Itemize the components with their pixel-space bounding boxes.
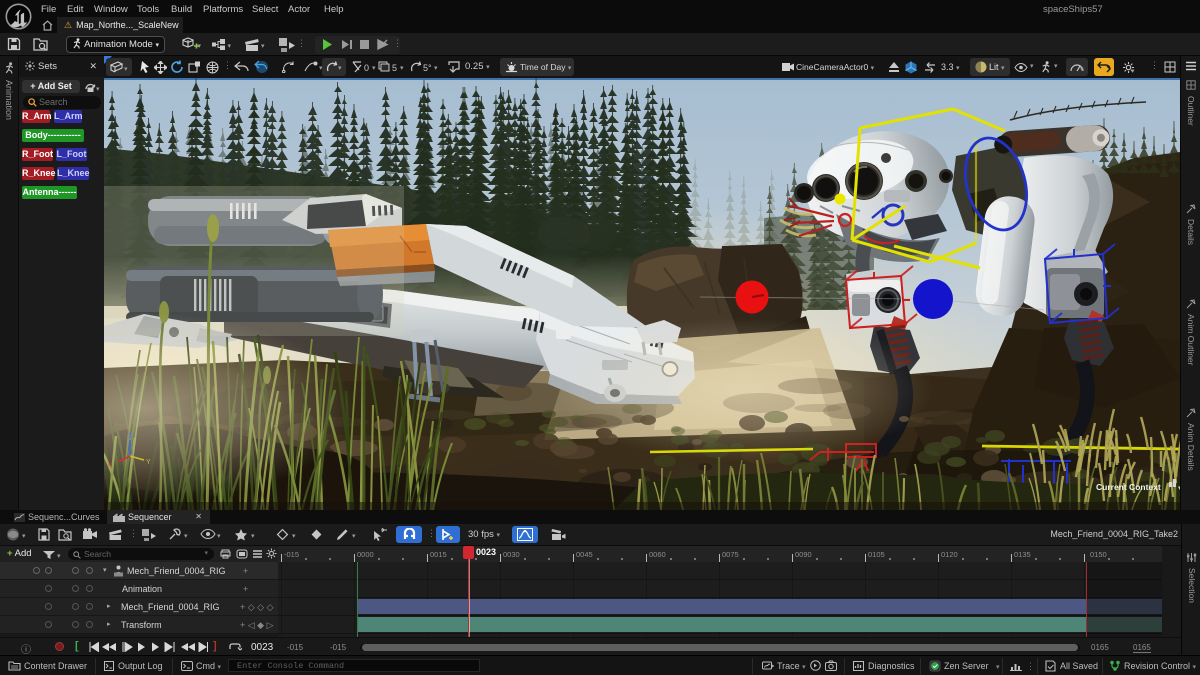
svg-text:▾: ▾: [292, 533, 296, 540]
svg-text:x: x: [108, 461, 112, 468]
svg-text:Z: Z: [128, 433, 133, 440]
svg-text:▾: ▾: [217, 533, 221, 540]
svg-text:▾: ▾: [124, 66, 128, 73]
svg-text:▾: ▾: [352, 533, 356, 540]
svg-text:▾: ▾: [1131, 68, 1135, 74]
svg-text:▾: ▾: [261, 43, 265, 50]
svg-text:▾: ▾: [400, 65, 404, 72]
svg-text:5: 5: [392, 63, 397, 73]
svg-text:Current Context: Current Context: [1096, 482, 1161, 492]
svg-text:▾: ▾: [198, 43, 202, 50]
svg-text:5°: 5°: [423, 63, 432, 73]
svg-text:▾: ▾: [22, 533, 26, 540]
svg-text:▾: ▾: [251, 533, 255, 540]
svg-text:▾: ▾: [96, 86, 100, 93]
svg-text:▾: ▾: [184, 533, 188, 540]
svg-text:▾: ▾: [434, 65, 438, 72]
svg-text:▾: ▾: [338, 65, 342, 72]
svg-text:▾: ▾: [57, 553, 61, 560]
svg-text:Y: Y: [146, 459, 151, 466]
svg-text:0: 0: [364, 63, 369, 73]
svg-text:▾: ▾: [372, 65, 376, 72]
svg-text:▾: ▾: [228, 43, 232, 50]
svg-text:▾: ▾: [1080, 66, 1084, 72]
